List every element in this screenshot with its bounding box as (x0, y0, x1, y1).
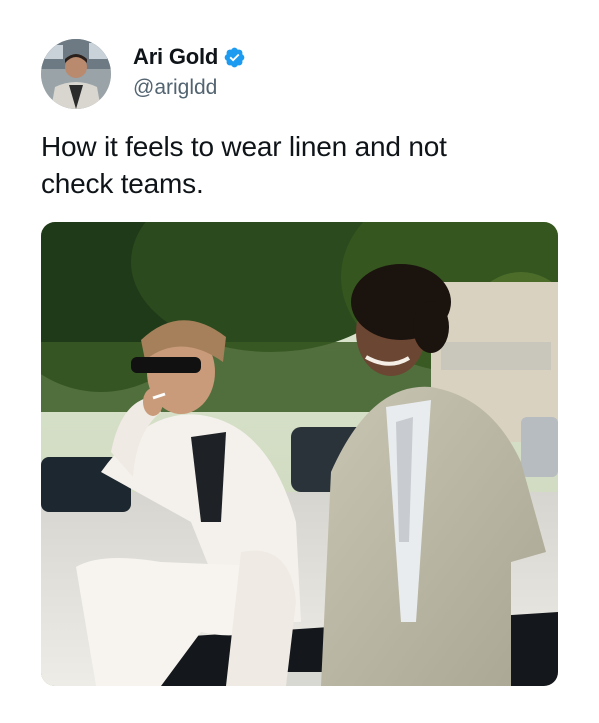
handle[interactable]: @arigldd (133, 76, 217, 100)
author-row[interactable]: Ari Gold (133, 43, 246, 71)
tweet-photo[interactable] (41, 222, 558, 686)
tweet-card: Ari Gold @arigldd How it feels to wear l… (0, 0, 599, 723)
tweet-text-line-1: How it feels to wear linen and not (41, 131, 447, 162)
tweet-text-line-2: check teams. (41, 168, 204, 199)
display-name[interactable]: Ari Gold (133, 44, 218, 70)
verified-badge-icon (223, 46, 246, 69)
avatar[interactable] (41, 39, 111, 109)
tweet-text: How it feels to wear linen and not check… (41, 128, 561, 202)
avatar-image (41, 39, 111, 109)
photo-image (41, 222, 558, 686)
